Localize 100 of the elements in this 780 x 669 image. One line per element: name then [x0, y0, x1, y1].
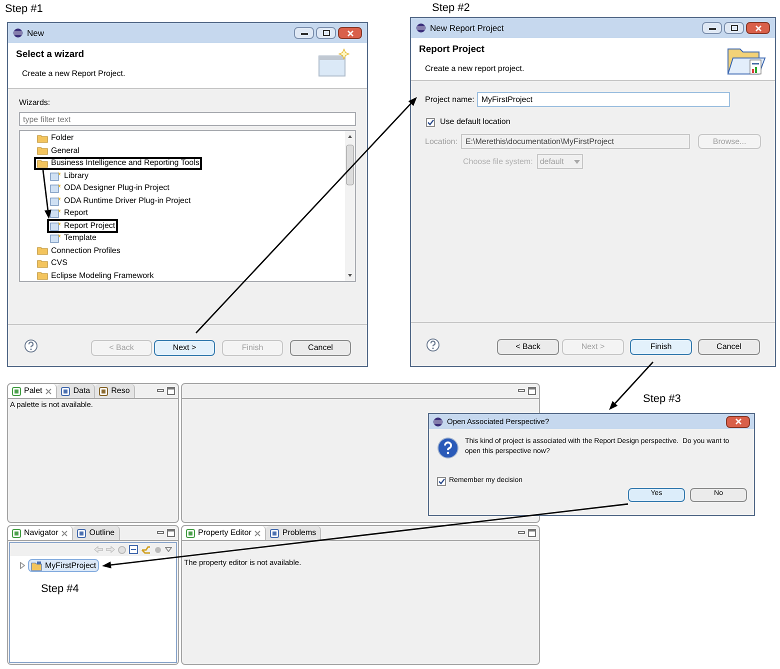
view-tab-icon [77, 528, 86, 538]
view-tab[interactable]: Data [57, 384, 96, 398]
view-tab-icon [99, 386, 108, 396]
close-button[interactable] [746, 22, 770, 34]
view-tab-icon [12, 386, 21, 396]
view-tab-icon [12, 528, 21, 538]
dialog-heading: Select a wizard [16, 48, 86, 62]
folder-icon [37, 258, 48, 268]
minimize-icon[interactable] [518, 531, 525, 535]
dialog-description: Create a new report project. [424, 63, 524, 76]
step-label: Step #2 [432, 1, 470, 16]
dialog-button[interactable]: Cancel [698, 338, 760, 354]
maximize-icon[interactable] [167, 387, 175, 395]
close-button[interactable] [726, 416, 750, 428]
project-name-field[interactable]: MyFirstProject [477, 92, 730, 107]
tree-item[interactable]: ODA Runtime Driver Plug-in Project [47, 194, 194, 208]
minimize-icon [708, 26, 716, 30]
maximize-icon[interactable] [528, 529, 536, 537]
view-tab-icon [61, 386, 70, 396]
close-button[interactable] [338, 27, 362, 39]
help-icon[interactable] [426, 338, 440, 352]
checkbox-label: Use default location [440, 116, 510, 128]
eclipse-icon [13, 28, 23, 38]
close-icon [754, 24, 762, 32]
view-tab[interactable]: Outline [73, 526, 120, 540]
eclipse-icon [433, 416, 443, 426]
wizard-item-icon [50, 170, 61, 181]
filter-field[interactable]: type filter text [19, 112, 356, 126]
maximize-icon [730, 25, 738, 31]
tree-item[interactable]: CVS [34, 256, 70, 270]
project-name-label: Project name: [425, 94, 474, 106]
dialog-button[interactable]: < Back [497, 338, 559, 354]
view-menu-icon[interactable] [165, 547, 172, 552]
tree-item[interactable]: Library [47, 168, 92, 183]
minimize-icon [300, 32, 308, 34]
highlighted-tree-item[interactable]: Business Intelligence and Reporting Tools [34, 156, 202, 170]
tree-item[interactable]: ODA Designer Plug-in Project [47, 181, 172, 196]
close-icon [734, 418, 742, 425]
dialog-button[interactable]: Next > [154, 340, 215, 356]
wizard-item-icon [50, 220, 61, 231]
location-label: Location: [425, 136, 458, 148]
question-icon [437, 437, 459, 459]
help-icon[interactable] [24, 338, 38, 352]
arrow [42, 170, 52, 219]
minimize-icon[interactable] [157, 531, 164, 535]
dialog-button[interactable]: Finish [630, 338, 692, 354]
minimize-button[interactable] [294, 27, 314, 39]
close-tab-icon[interactable] [45, 388, 52, 394]
tree-item[interactable]: Eclipse Modeling Framework [34, 269, 157, 282]
wizard-item-icon [50, 196, 61, 206]
checkbox[interactable] [426, 118, 435, 126]
view-tab[interactable]: Palet [8, 384, 58, 398]
folder-icon [37, 271, 48, 280]
collapse-all-icon[interactable] [129, 545, 138, 554]
highlighted-tree-item[interactable]: Report Project [47, 218, 118, 233]
expand-icon[interactable] [20, 562, 25, 569]
checkmark-icon [427, 118, 434, 126]
tree-item[interactable]: Folder [34, 132, 77, 145]
maximize-icon[interactable] [167, 529, 175, 537]
dropdown-caret-icon [574, 160, 580, 164]
view-tab[interactable]: Problems [266, 526, 322, 540]
wizard-item-icon [50, 233, 61, 244]
tree-item[interactable]: Template [47, 231, 100, 246]
tree-item[interactable]: General [34, 144, 82, 158]
close-tab-icon[interactable] [61, 530, 68, 536]
view-tab[interactable]: Reso [95, 384, 135, 398]
folder-icon [37, 246, 48, 256]
folder-icon [37, 134, 48, 143]
view-tab-icon [270, 528, 280, 538]
wizard-banner-icon [317, 48, 351, 78]
tree-item[interactable]: Connection Profiles [34, 244, 124, 258]
checkmark-icon [438, 478, 445, 485]
window-title: New [27, 26, 44, 40]
wizards-label: Wizards: [19, 97, 52, 109]
file-system-label: Choose file system: [463, 156, 533, 168]
minimize-icon[interactable] [518, 389, 525, 393]
maximize-button[interactable] [316, 27, 336, 39]
view-tab-icon [186, 528, 195, 538]
maximize-icon [322, 30, 330, 36]
eclipse-icon [416, 23, 426, 33]
close-tab-icon[interactable] [254, 530, 262, 536]
step-label: Step #3 [643, 392, 681, 407]
maximize-button[interactable] [724, 22, 744, 34]
dialog-button[interactable]: Cancel [290, 340, 351, 356]
step-label: Step #1 [5, 2, 43, 17]
minimize-icon[interactable] [157, 389, 164, 393]
folder-icon [37, 146, 48, 156]
close-icon [346, 30, 354, 36]
wizard-item-icon [50, 208, 61, 218]
step-label: Step #4 [41, 582, 79, 597]
scrollbar[interactable] [345, 131, 355, 281]
dialog-heading: Report Project [419, 43, 486, 57]
checkbox[interactable] [437, 476, 446, 486]
view-tab[interactable]: Property Editor [182, 526, 266, 540]
maximize-icon[interactable] [528, 387, 536, 395]
view-tab[interactable]: Navigator [8, 526, 74, 540]
window-title: New Report Project [430, 22, 504, 34]
tree-item[interactable]: MyFirstProject [28, 559, 100, 572]
minimize-button[interactable] [702, 22, 722, 34]
tree-item[interactable]: Report [47, 206, 92, 220]
